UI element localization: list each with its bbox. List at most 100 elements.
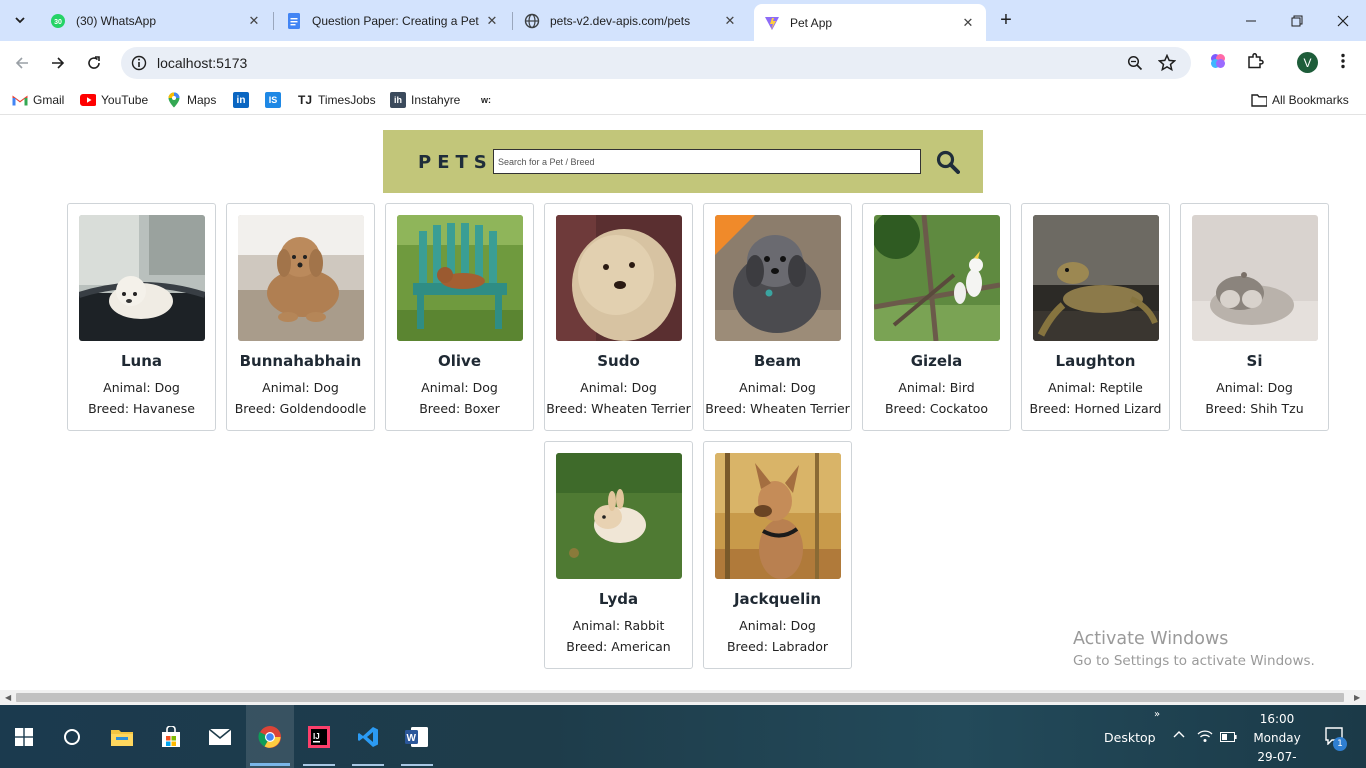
bookmark-timesjobs[interactable]: TJ TimesJobs xyxy=(297,92,376,108)
bookmark-gmail[interactable]: Gmail xyxy=(12,92,64,108)
watermark-title: Activate Windows xyxy=(1073,629,1229,649)
folder-icon xyxy=(111,729,133,746)
pet-animal: Animal: Dog xyxy=(580,380,657,395)
pet-card-sudo[interactable]: Sudo Animal: Dog Breed: Wheaten Terrier xyxy=(544,203,693,431)
minimize-icon xyxy=(1246,20,1256,21)
notification-count-badge: 1 xyxy=(1333,737,1347,751)
pet-breed: Breed: Havanese xyxy=(88,401,195,416)
profile-avatar[interactable]: V xyxy=(1297,52,1318,73)
battery-icon[interactable] xyxy=(1220,731,1237,745)
bookmark-linkedin[interactable]: in xyxy=(233,92,254,108)
show-hidden-icons[interactable] xyxy=(1172,727,1186,744)
search-button[interactable] xyxy=(935,149,961,175)
forward-button[interactable] xyxy=(44,49,72,77)
pet-photo xyxy=(715,453,841,579)
reload-button[interactable] xyxy=(80,49,108,77)
extension-brain-icon[interactable] xyxy=(1206,49,1230,73)
bookmark-label: Maps xyxy=(187,93,217,107)
pet-name: Laughton xyxy=(1055,352,1136,370)
all-bookmarks-button[interactable]: All Bookmarks xyxy=(1251,92,1349,108)
address-bar[interactable]: localhost:5173 xyxy=(121,47,1191,79)
pet-animal: Animal: Bird xyxy=(898,380,975,395)
tab-title: pets-v2.dev-apis.com/pets xyxy=(550,13,691,28)
taskbar-mail[interactable] xyxy=(196,705,244,768)
extensions-puzzle-icon[interactable] xyxy=(1243,49,1267,73)
pet-card-olive[interactable]: Olive Animal: Dog Breed: Boxer xyxy=(385,203,534,431)
tab-whatsapp[interactable]: 30 (30) WhatsApp ✕ xyxy=(40,6,272,35)
tray-chevron-icon[interactable]: » xyxy=(1154,709,1160,720)
docs-icon xyxy=(286,12,302,29)
tab-question-paper[interactable]: Question Paper: Creating a Pet ✕ xyxy=(276,6,510,35)
pet-breed: Breed: Wheaten Terrier xyxy=(705,401,850,416)
mail-envelope-icon xyxy=(208,727,232,745)
bookmark-w[interactable]: w: xyxy=(478,92,499,108)
bookmark-star-icon[interactable] xyxy=(1158,54,1176,72)
taskbar-chrome[interactable] xyxy=(246,705,294,768)
new-tab-button[interactable]: + xyxy=(994,8,1018,32)
scrollbar-thumb[interactable] xyxy=(16,693,1344,702)
taskbar-word[interactable]: W xyxy=(393,705,441,768)
tab-strip: 30 (30) WhatsApp ✕ Question Paper: Creat… xyxy=(0,0,1366,41)
bookmark-maps[interactable]: Maps xyxy=(166,92,216,108)
pet-card-bunnahabhain[interactable]: Bunnahabhain Animal: Dog Breed: Goldendo… xyxy=(226,203,375,431)
bookmark-is[interactable]: IS xyxy=(265,92,286,108)
pet-photo xyxy=(238,215,364,341)
tab-close-icon[interactable]: ✕ xyxy=(246,13,262,29)
minimize-button[interactable] xyxy=(1228,0,1274,41)
tab-search-button[interactable] xyxy=(8,8,32,32)
pet-animal: Animal: Dog xyxy=(421,380,498,395)
pet-animal: Animal: Dog xyxy=(739,618,816,633)
horizontal-scrollbar[interactable]: ◀ ▶ xyxy=(0,690,1366,705)
desktop-toolbar-label[interactable]: Desktop xyxy=(1104,730,1156,745)
clock[interactable]: 16:00 Monday 29-07-2024 xyxy=(1244,710,1310,768)
tab-close-icon[interactable]: ✕ xyxy=(960,15,976,31)
pet-card-si[interactable]: Si Animal: Dog Breed: Shih Tzu xyxy=(1180,203,1329,431)
pet-breed: Breed: Goldendoodle xyxy=(234,401,367,416)
cortana-button[interactable] xyxy=(48,705,96,768)
scroll-left-arrow-icon[interactable]: ◀ xyxy=(5,693,11,702)
pet-card-laughton[interactable]: Laughton Animal: Reptile Breed: Horned L… xyxy=(1021,203,1170,431)
tab-title: Question Paper: Creating a Pet xyxy=(312,13,479,28)
pet-name: Si xyxy=(1246,352,1263,370)
pet-photo xyxy=(397,215,523,341)
pet-photo xyxy=(715,215,841,341)
taskbar-vscode[interactable] xyxy=(344,705,392,768)
pet-card-lyda[interactable]: Lyda Animal: Rabbit Breed: American xyxy=(544,441,693,669)
arrow-left-icon xyxy=(15,57,28,69)
tab-close-icon[interactable]: ✕ xyxy=(722,13,738,29)
pet-name: Jackquelin xyxy=(733,590,822,608)
taskbar-file-explorer[interactable] xyxy=(98,705,146,768)
pet-card-luna[interactable]: Luna Animal: Dog Breed: Havanese xyxy=(67,203,216,431)
start-button[interactable] xyxy=(0,705,48,768)
pet-card-gizela[interactable]: Gizela Animal: Bird Breed: Cockatoo xyxy=(862,203,1011,431)
zoom-icon[interactable] xyxy=(1126,54,1144,72)
pet-name: Gizela xyxy=(910,352,963,370)
tab-pet-app[interactable]: Pet App ✕ xyxy=(754,4,986,41)
svg-text:30: 30 xyxy=(54,19,62,26)
close-window-button[interactable] xyxy=(1320,0,1366,41)
pet-card-jackquelin[interactable]: Jackquelin Animal: Dog Breed: Labrador xyxy=(703,441,852,669)
clock-time: 16:00 xyxy=(1259,712,1295,726)
pet-name: Sudo xyxy=(597,352,640,370)
taskbar-intellij[interactable]: IJ xyxy=(295,705,343,768)
pet-photo xyxy=(556,215,682,341)
timesjobs-icon: TJ xyxy=(297,93,312,107)
wifi-icon[interactable] xyxy=(1197,729,1213,746)
search-input[interactable] xyxy=(493,149,921,174)
bookmark-youtube[interactable]: YouTube xyxy=(80,92,148,108)
scroll-right-arrow-icon[interactable]: ▶ xyxy=(1354,693,1360,702)
bookmark-instahyre[interactable]: ih Instahyre xyxy=(390,92,460,108)
svg-text:IJ: IJ xyxy=(313,732,320,741)
restore-button[interactable] xyxy=(1274,0,1320,41)
taskbar-store[interactable] xyxy=(147,705,195,768)
tab-close-icon[interactable]: ✕ xyxy=(484,13,500,29)
pet-card-beam[interactable]: Beam Animal: Dog Breed: Wheaten Terrier xyxy=(703,203,852,431)
pet-name: Olive xyxy=(438,352,481,370)
site-info-icon[interactable] xyxy=(123,55,155,71)
tab-pets-api[interactable]: pets-v2.dev-apis.com/pets ✕ xyxy=(514,6,748,35)
globe-icon xyxy=(524,13,540,29)
windows-taskbar: IJ W » Desktop 16:00 Monday 29-07-2024 1 xyxy=(0,705,1366,768)
back-button[interactable] xyxy=(8,49,36,77)
chrome-menu-icon[interactable] xyxy=(1331,49,1355,73)
bookmark-label: Instahyre xyxy=(411,93,461,107)
